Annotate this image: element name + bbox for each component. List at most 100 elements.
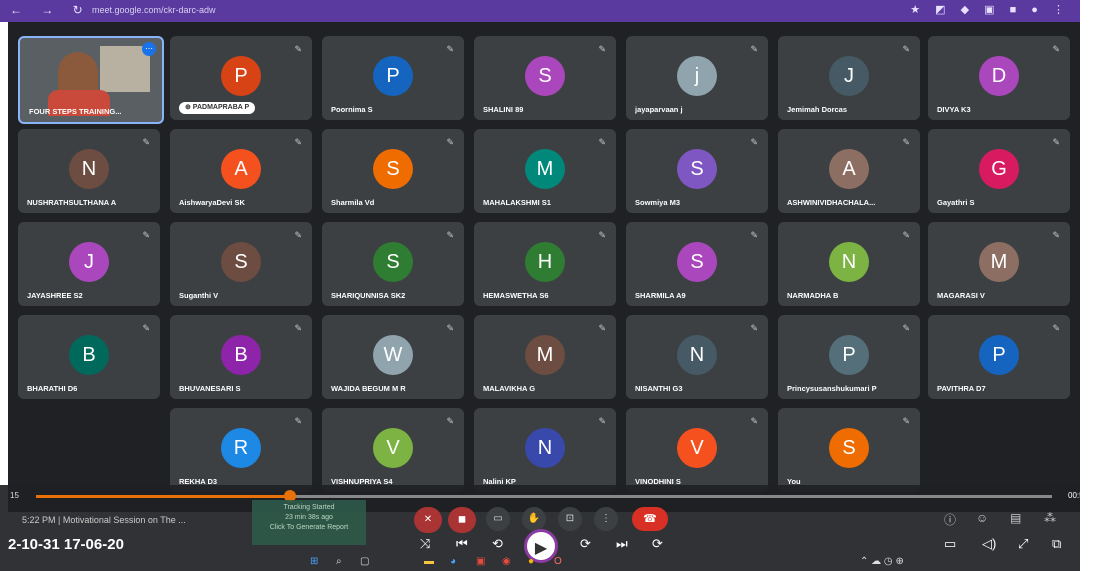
address-bar[interactable]: meet.google.com/ckr-darc-adw [92,5,216,15]
rewind-icon[interactable]: ⟲ [492,536,503,552]
captions-button[interactable]: ▭ [486,507,510,531]
participant-avatar: H [525,242,565,282]
mic-muted-icon: ✎ [142,137,150,147]
previous-icon[interactable]: ⏮ [456,536,468,552]
shuffle-icon[interactable]: ⤨ [420,536,430,552]
participant-tile[interactable]: R ✎ REKHA D3 [170,408,312,492]
participant-tile[interactable]: S ✎ SHARIQUNNISA SK2 [322,222,464,306]
participant-tile[interactable]: V ✎ VINODHINI S [626,408,768,492]
app-icon[interactable]: ▣ [476,556,485,567]
browser-nav-buttons[interactable]: ← → ↻ [10,3,91,17]
mic-muted-icon: ✎ [750,230,758,240]
participant-tile[interactable]: J ✎ Jemimah Dorcas [778,36,920,120]
windows-icon[interactable]: ⊞ [310,556,318,567]
participant-tile[interactable]: N ✎ Nalini KP [474,408,616,492]
participant-tile[interactable]: A ✎ ASHWINIVIDHACHALA... [778,129,920,213]
participant-avatar: S [373,242,413,282]
participant-avatar: P [221,56,261,96]
participant-tile[interactable]: G ✎ Gayathri S [928,129,1070,213]
next-icon[interactable]: ⏭ [616,536,628,552]
file-explorer-icon[interactable]: ▬ [424,556,434,567]
participant-name: JAYASHREE S2 [27,291,83,300]
subtitles-icon[interactable]: ▭ [944,536,956,552]
participant-avatar: S [829,428,869,468]
participant-name: Gayathri S [937,198,975,207]
participant-name: ⊕ PADMAPRABA P [179,102,256,114]
taskbar-search-icon[interactable]: ⌕ [336,556,342,567]
mic-muted-icon: ✎ [750,323,758,333]
task-view-icon[interactable]: ▢ [360,556,369,567]
raise-hand-button[interactable]: ✋ [522,507,546,531]
participant-avatar: P [373,56,413,96]
participant-avatar: V [677,428,717,468]
chat-icon[interactable]: ▤ [1010,511,1021,525]
meeting-info: 5:22 PM | Motivational Session on The ..… [22,515,186,525]
participant-avatar: P [979,335,1019,375]
mic-muted-icon: ✎ [142,230,150,240]
participant-avatar: J [69,242,109,282]
fullscreen-icon[interactable]: ⤢ [1018,536,1028,552]
participant-tile[interactable]: H ✎ HEMASWETHA S6 [474,222,616,306]
repeat-icon[interactable]: ⟳ [652,536,663,552]
participant-avatar: M [525,335,565,375]
more-options-button[interactable]: ⋮ [594,507,618,531]
participant-tile[interactable]: S ✎ SHALINI 89 [474,36,616,120]
participant-tile[interactable]: D ✎ DIVYA K3 [928,36,1070,120]
mic-muted-icon: ✎ [294,137,302,147]
mic-muted-icon: ✎ [446,323,454,333]
participant-tile[interactable]: P ✎ Poornima S [322,36,464,120]
extension-icons[interactable]: ★ ◩ ◆ ▣ ■ ● ⋮ [910,3,1070,16]
tracking-toast[interactable]: Tracking Started 23 min 38s ago Click To G… [252,500,366,545]
camera-off-button[interactable]: ◼ [448,507,476,533]
participant-tile[interactable]: P ✎ ⊕ PADMAPRABA P [170,36,312,120]
elapsed-time: 15 [10,491,19,500]
participant-tile[interactable]: j ✎ jayaparvaan j [626,36,768,120]
self-options-icon[interactable]: ⋯ [142,42,156,56]
participant-tile[interactable]: N ✎ NISANTHI G3 [626,315,768,399]
volume-icon[interactable]: ◁) [982,536,996,552]
pip-icon[interactable]: ⧉ [1052,536,1061,552]
participant-name: Sowmiya M3 [635,198,681,207]
participant-tile[interactable]: S ✎ Sowmiya M3 [626,129,768,213]
opera-icon[interactable]: O [554,556,562,567]
participant-tile[interactable]: W ✎ WAJIDA BEGUM M R [322,315,464,399]
present-button[interactable]: ⊡ [558,507,582,531]
participant-tile[interactable]: N ✎ NUSHRATHSULTHANA A [18,129,160,213]
participant-tile[interactable]: S ✎ SHARMILA A9 [626,222,768,306]
tray-icons[interactable]: ⌃ ☁ ◷ ⊕ [860,556,904,567]
participant-avatar: J [829,56,869,96]
participant-tile[interactable]: P ✎ PAVITHRA D7 [928,315,1070,399]
participant-tile[interactable]: B ✎ BHUVANESARI S [170,315,312,399]
participant-tile[interactable]: ⋯ FOUR STEPS TRAINING... [18,36,164,124]
participant-name: NUSHRATHSULTHANA A [27,198,117,207]
participant-tile[interactable]: S ✎ Suganthi V [170,222,312,306]
participant-tile[interactable]: M ✎ MALAVIKHA G [474,315,616,399]
participant-tile[interactable]: V ✎ VISHNUPRIYA S4 [322,408,464,492]
participant-tile[interactable]: M ✎ MAGARASI V [928,222,1070,306]
office-icon[interactable]: ◉ [502,556,511,567]
mic-muted-icon: ✎ [598,323,606,333]
participant-tile[interactable]: J ✎ JAYASHREE S2 [18,222,160,306]
participant-name: NARMADHA B [787,291,839,300]
mic-muted-icon: ✎ [598,230,606,240]
info-icon[interactable]: ⓘ [944,511,956,528]
edge-icon[interactable]: ◕ [450,556,456,567]
participant-avatar: W [373,335,413,375]
mic-off-button[interactable]: ✕ [414,507,442,533]
participant-tile[interactable]: S ✎ You [778,408,920,492]
chrome-icon[interactable]: ● [528,556,534,567]
participant-tile[interactable]: M ✎ MAHALAKSHMI S1 [474,129,616,213]
participant-tile[interactable]: B ✎ BHARATHI D6 [18,315,160,399]
recording-timestamp: 2-10-31 17-06-20 [8,536,124,553]
activities-icon[interactable]: ⁂ [1044,511,1056,525]
mic-muted-icon: ✎ [294,230,302,240]
end-call-button[interactable]: ☎ [632,507,668,531]
seek-bar[interactable] [36,490,1052,502]
mic-muted-icon: ✎ [902,230,910,240]
participant-tile[interactable]: S ✎ Sharmila Vd [322,129,464,213]
forward-icon[interactable]: ⟳ [580,536,591,552]
participant-tile[interactable]: A ✎ AishwaryaDevi SK [170,129,312,213]
people-icon[interactable]: ☺ [976,511,988,525]
participant-tile[interactable]: P ✎ Princysusanshukumari P [778,315,920,399]
participant-tile[interactable]: N ✎ NARMADHA B [778,222,920,306]
